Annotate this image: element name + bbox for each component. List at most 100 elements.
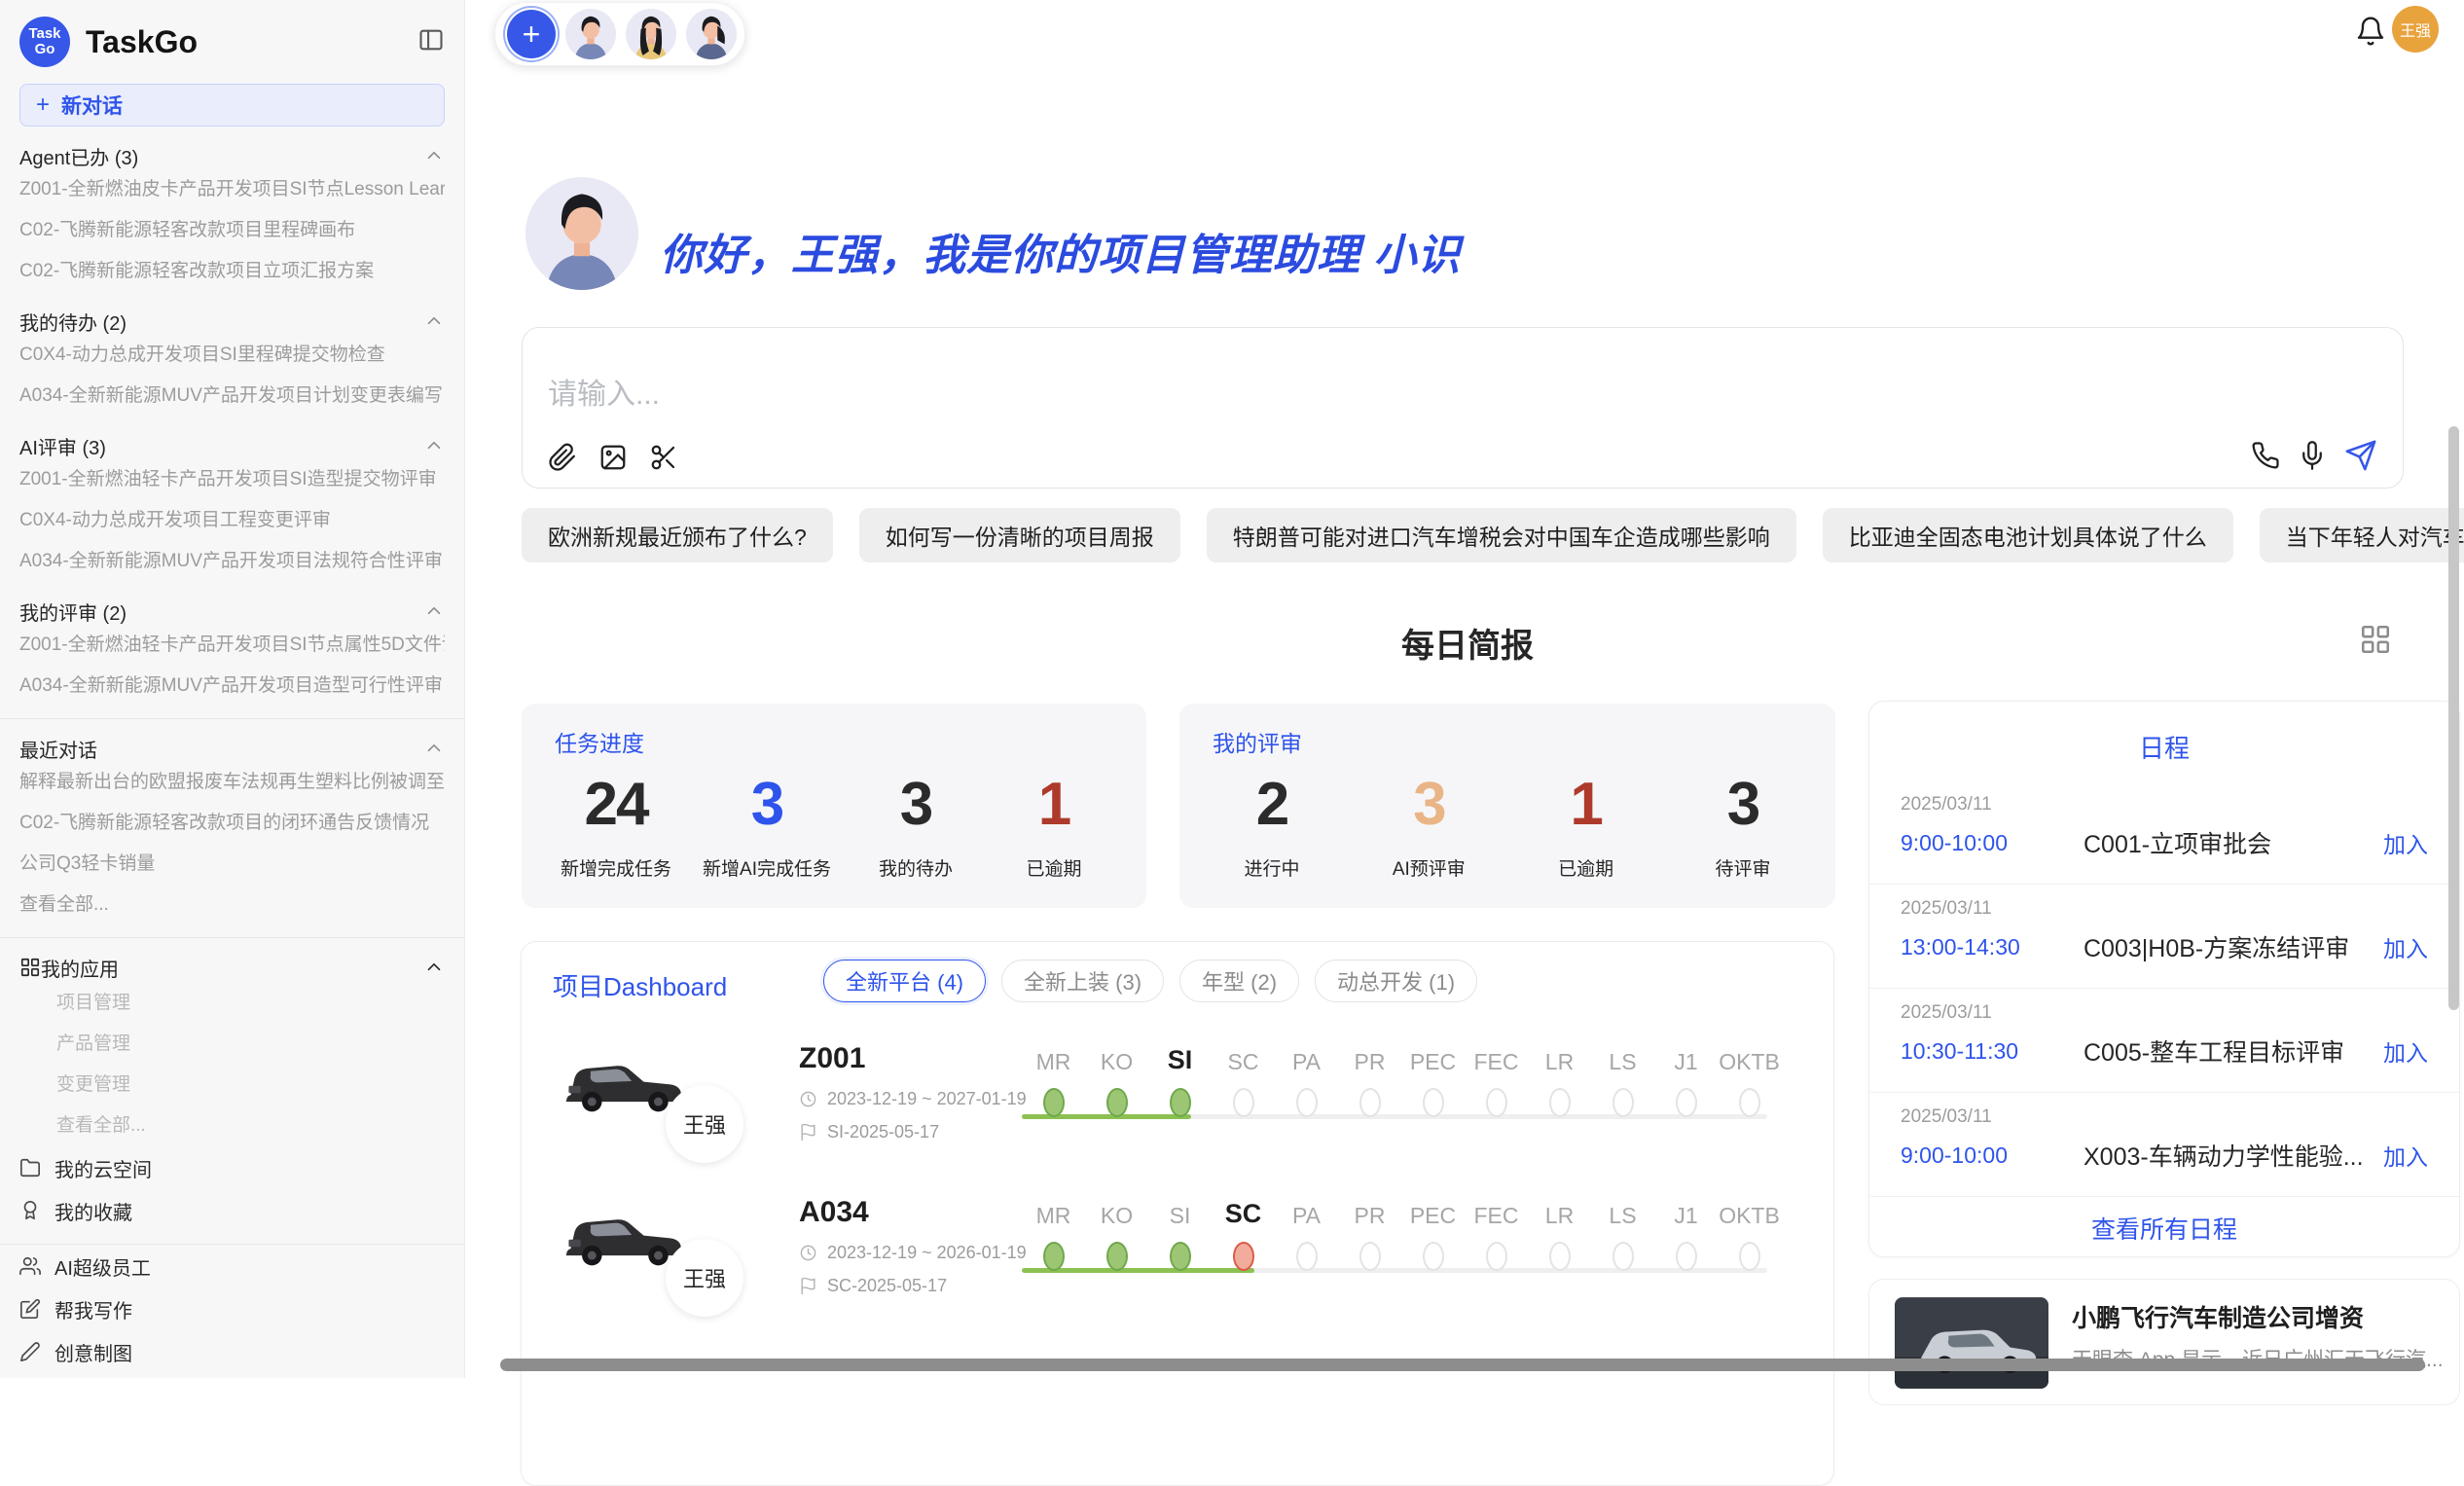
milestone-node[interactable] — [1170, 1088, 1191, 1117]
suggestion-chip[interactable]: 如何写一份清晰的项目周报 — [859, 508, 1180, 562]
sidebar-item[interactable]: Z001-全新燃油皮卡产品开发项目SI节点Lesson Learn报告 — [19, 169, 445, 210]
dashboard-tab[interactable]: 年型 (2) — [1179, 960, 1299, 1002]
project-milestone-flag: SC-2025-05-17 — [799, 1276, 947, 1296]
suggestion-chip[interactable]: 特朗普可能对进口汽车增税会对中国车企造成哪些影响 — [1207, 508, 1796, 562]
recent-item[interactable]: 公司Q3轻卡销量 — [19, 844, 445, 885]
milestone-node[interactable] — [1296, 1242, 1318, 1271]
sidebar-item[interactable]: Z001-全新燃油轻卡产品开发项目SI造型提交物评审 — [19, 459, 445, 500]
recent-item[interactable]: C02-飞腾新能源轻客改款项目的闭环通告反馈情况 — [19, 803, 445, 844]
milestone-node[interactable] — [1612, 1242, 1634, 1271]
my-apps-header[interactable]: 我的应用 — [19, 952, 445, 983]
user-avatar[interactable]: 王强 — [2392, 6, 2439, 53]
image-upload-icon[interactable] — [598, 443, 628, 472]
sidebar-link-label: 创意制图 — [54, 1338, 132, 1366]
join-button[interactable]: 加入 — [2383, 1139, 2428, 1172]
sidebar-link-award[interactable]: 我的收藏 — [19, 1189, 445, 1232]
agent-avatar[interactable] — [565, 9, 616, 59]
project-code[interactable]: Z001 — [799, 1042, 865, 1075]
horizontal-scrollbar[interactable] — [500, 1359, 2425, 1371]
milestone-node[interactable] — [1676, 1242, 1697, 1271]
view-all-schedule-link[interactable]: 查看所有日程 — [1869, 1211, 2459, 1246]
milestone-node[interactable] — [1170, 1242, 1191, 1271]
sidebar-item[interactable]: C02-飞腾新能源轻客改款项目里程碑画布 — [19, 210, 445, 251]
sidebar-link-folder[interactable]: 我的云空间 — [19, 1146, 445, 1189]
section-header[interactable]: Agent已办 (3) — [19, 142, 445, 169]
app-item[interactable]: 产品管理 — [19, 1024, 445, 1065]
chat-input[interactable] — [548, 379, 1716, 412]
milestone-node[interactable] — [1106, 1242, 1128, 1271]
milestone-node[interactable] — [1296, 1088, 1318, 1117]
section-header[interactable]: AI评审 (3) — [19, 432, 445, 459]
project-code[interactable]: A034 — [799, 1196, 869, 1229]
milestone-OKTB: OKTB — [1718, 1040, 1781, 1117]
milestone-node[interactable] — [1233, 1242, 1254, 1271]
milestone-node[interactable] — [1549, 1242, 1571, 1271]
milestone-node[interactable] — [1739, 1242, 1760, 1271]
sidebar-group: 我的待办 (2)C0X4-动力总成开发项目SI里程碑提交物检查A034-全新新能… — [19, 308, 445, 417]
sidebar-link-users[interactable]: AI超级员工 — [19, 1245, 445, 1287]
app-item[interactable]: 变更管理 — [19, 1065, 445, 1105]
voice-call-icon[interactable] — [2251, 441, 2280, 470]
dashboard-tab[interactable]: 动总开发 (1) — [1315, 960, 1477, 1002]
app-item[interactable]: 查看全部... — [19, 1105, 445, 1146]
milestone-node[interactable] — [1486, 1088, 1507, 1117]
app-item[interactable]: 项目管理 — [19, 983, 445, 1024]
sidebar-tools: AI超级员工帮我写作创意制图 — [19, 1245, 445, 1373]
sidebar-item[interactable]: Z001-全新燃油轻卡产品开发项目SI节点属性5D文件评审 — [19, 625, 445, 666]
milestone-node[interactable] — [1739, 1088, 1760, 1117]
microphone-icon[interactable] — [2298, 441, 2327, 470]
join-button[interactable]: 加入 — [2383, 930, 2428, 963]
suggestion-chip[interactable]: 欧洲新规最近颁布了什么? — [522, 508, 833, 562]
milestone-node[interactable] — [1043, 1242, 1065, 1271]
milestone-node[interactable] — [1549, 1088, 1571, 1117]
milestone-node[interactable] — [1359, 1242, 1381, 1271]
recent-item[interactable]: 查看全部... — [19, 885, 445, 925]
milestone-label: LS — [1609, 1194, 1636, 1229]
dashboard-tab[interactable]: 全新平台 (4) — [823, 960, 986, 1002]
sidebar-item[interactable]: C0X4-动力总成开发项目SI里程碑提交物检查 — [19, 335, 445, 376]
news-card[interactable]: 小鹏飞行汽车制造公司增资 天眼查 App 显示，近日广州汇天飞行汽... — [1868, 1279, 2460, 1405]
milestone-node[interactable] — [1359, 1088, 1381, 1117]
milestone-node[interactable] — [1043, 1088, 1065, 1117]
schedule-date: 2025/03/11 — [1901, 1106, 2428, 1128]
section-header-label: 我的待办 (2) — [19, 308, 423, 336]
screenshot-scissors-icon[interactable] — [649, 443, 678, 472]
sidebar-link-pen[interactable]: 创意制图 — [19, 1330, 445, 1373]
attachment-icon[interactable] — [548, 443, 577, 472]
new-chat-button[interactable]: + 新对话 — [19, 84, 445, 127]
suggestion-chip[interactable]: 比亚迪全固态电池计划具体说了什么 — [1823, 508, 2233, 562]
sidebar-item[interactable]: A034-全新新能源MUV产品开发项目计划变更表编写 — [19, 376, 445, 417]
milestone-node[interactable] — [1423, 1088, 1444, 1117]
section-header[interactable]: 我的待办 (2) — [19, 308, 445, 335]
milestone-node[interactable] — [1106, 1088, 1128, 1117]
sidebar-item[interactable]: C0X4-动力总成开发项目工程变更评审 — [19, 500, 445, 541]
sidebar-item[interactable]: C02-飞腾新能源轻客改款项目立项汇报方案 — [19, 251, 445, 292]
sidebar-item[interactable]: A034-全新新能源MUV产品开发项目造型可行性评审 — [19, 666, 445, 707]
dashboard-tab[interactable]: 全新上装 (3) — [1001, 960, 1164, 1002]
recent-item[interactable]: 解释最新出台的欧盟报废车法规再生塑料比例被调至15%... — [19, 762, 445, 803]
agent-switcher: + — [494, 2, 745, 66]
project-milestone-flag: SI-2025-05-17 — [799, 1122, 939, 1142]
milestone-node[interactable] — [1486, 1242, 1507, 1271]
section-header[interactable]: 最近对话 — [19, 735, 445, 762]
agent-avatar[interactable] — [626, 9, 676, 59]
agent-avatar[interactable] — [686, 9, 737, 59]
notification-bell-icon[interactable] — [2355, 16, 2386, 47]
add-agent-button[interactable]: + — [507, 10, 556, 58]
vertical-scrollbar[interactable] — [2448, 426, 2459, 1010]
milestone-label: FEC — [1474, 1194, 1519, 1229]
suggestion-chip[interactable]: 当下年轻人对汽车外观有怎样的喜好趋势 — [2260, 508, 2464, 562]
send-icon[interactable] — [2344, 439, 2377, 472]
collapse-sidebar-icon[interactable] — [417, 26, 445, 58]
milestone-node[interactable] — [1233, 1088, 1254, 1117]
milestone-node[interactable] — [1423, 1242, 1444, 1271]
sidebar-link-write[interactable]: 帮我写作 — [19, 1287, 445, 1330]
join-button[interactable]: 加入 — [2383, 826, 2428, 859]
section-header[interactable]: 我的评审 (2) — [19, 598, 445, 625]
sidebar-item[interactable]: A034-全新新能源MUV产品开发项目法规符合性评审 — [19, 541, 445, 582]
milestone-node[interactable] — [1676, 1088, 1697, 1117]
briefing-layout-icon[interactable] — [2359, 623, 2392, 656]
join-button[interactable]: 加入 — [2383, 1034, 2428, 1068]
greeting-text: 你好，王强，我是你的项目管理助理 小识 — [660, 220, 1461, 282]
milestone-node[interactable] — [1612, 1088, 1634, 1117]
